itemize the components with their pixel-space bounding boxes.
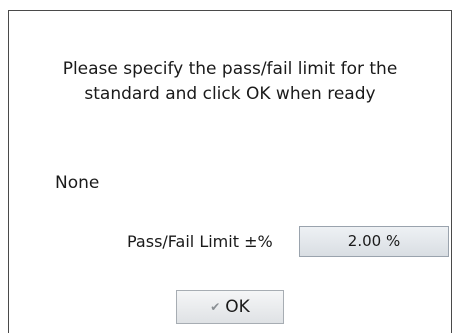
pass-fail-limit-field[interactable]: 2.00 % xyxy=(299,226,449,257)
ok-button[interactable]: ✔ OK xyxy=(176,290,284,324)
instruction-text: Please specify the pass/fail limit for t… xyxy=(9,57,451,107)
checkmark-icon: ✔ xyxy=(210,300,221,314)
pass-fail-limit-dialog: Please specify the pass/fail limit for t… xyxy=(8,10,452,333)
instruction-line-1: Please specify the pass/fail limit for t… xyxy=(62,59,398,79)
pass-fail-limit-label: Pass/Fail Limit ±% xyxy=(127,232,273,251)
standard-name-label: None xyxy=(55,173,100,193)
instruction-line-2: standard and click OK when ready xyxy=(84,84,376,104)
ok-button-label: OK xyxy=(225,297,250,317)
